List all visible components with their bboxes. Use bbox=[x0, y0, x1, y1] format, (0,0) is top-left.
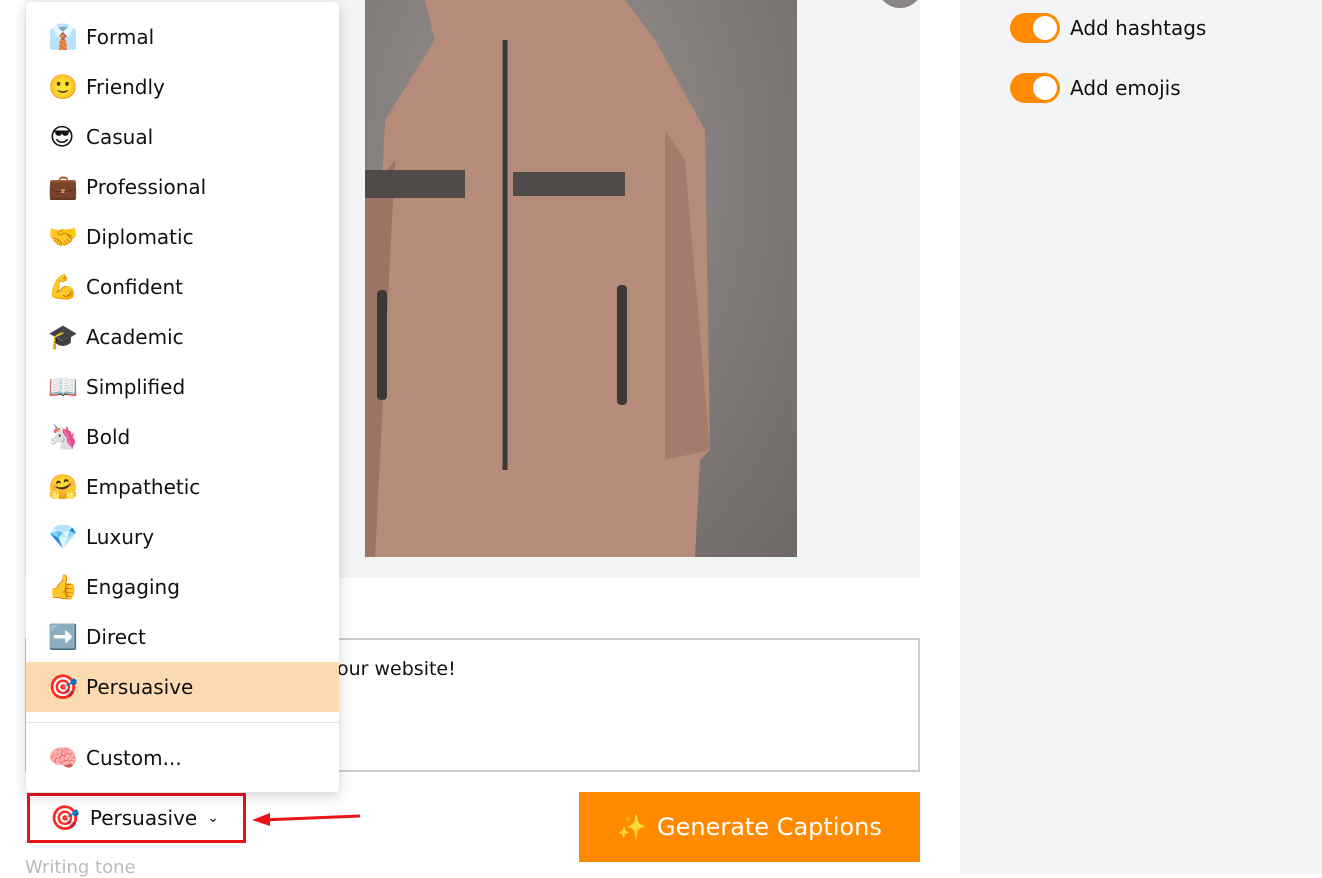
menu-item-label: Direct bbox=[86, 625, 146, 649]
menu-item-simplified[interactable]: 📖 Simplified bbox=[26, 362, 339, 412]
menu-item-label: Confident bbox=[86, 275, 183, 299]
hashtags-label: Add hashtags bbox=[1070, 16, 1207, 40]
emojis-label: Add emojis bbox=[1070, 76, 1181, 100]
tone-emoji-icon: 😎 bbox=[49, 123, 75, 151]
chevron-down-icon: ⌄ bbox=[207, 810, 219, 826]
writing-tone-dropdown[interactable]: 🎯 Persuasive ⌄ bbox=[27, 793, 246, 843]
tone-emoji-icon: 🤝 bbox=[48, 223, 78, 251]
emojis-toggle[interactable] bbox=[1010, 73, 1060, 103]
menu-item-label: Professional bbox=[86, 175, 207, 199]
tone-emoji-icon: 🦄 bbox=[48, 423, 78, 451]
menu-item-confident[interactable]: 💪 Confident bbox=[26, 262, 339, 312]
menu-item-label: Luxury bbox=[86, 525, 155, 549]
menu-item-label: Academic bbox=[86, 325, 184, 349]
menu-item-friendly[interactable]: 🙂 Friendly bbox=[26, 62, 339, 112]
tone-emoji-icon: 🎓 bbox=[48, 323, 78, 351]
tone-emoji-icon: 👔 bbox=[48, 23, 78, 51]
menu-item-academic[interactable]: 🎓 Academic bbox=[26, 312, 339, 362]
menu-item-custom[interactable]: 🧠 Custom... bbox=[26, 733, 339, 783]
selected-tone: Persuasive bbox=[89, 806, 198, 830]
generate-captions-button[interactable]: ✨ Generate Captions bbox=[579, 792, 920, 862]
menu-item-formal[interactable]: 👔 Formal bbox=[26, 12, 339, 62]
annotation-arrow bbox=[252, 813, 361, 826]
menu-item-label: Casual bbox=[86, 125, 154, 149]
menu-item-empathetic[interactable]: 🤗 Empathetic bbox=[26, 462, 339, 512]
brain-icon: 🧠 bbox=[48, 744, 78, 772]
tone-emoji-icon: 💼 bbox=[48, 173, 78, 201]
hashtags-row: Add hashtags bbox=[1010, 13, 1206, 43]
tone-emoji-icon: 🙂 bbox=[48, 73, 78, 101]
tone-emoji-icon: 📖 bbox=[48, 373, 78, 401]
menu-item-label: Empathetic bbox=[86, 475, 201, 499]
menu-item-direct[interactable]: ➡️ Direct bbox=[26, 612, 339, 662]
target-icon: 🎯 bbox=[50, 804, 80, 832]
tone-emoji-icon: 🎯 bbox=[48, 673, 78, 701]
menu-item-luxury[interactable]: 💎 Luxury bbox=[26, 512, 339, 562]
sparkles-icon: ✨ bbox=[617, 813, 647, 841]
menu-item-diplomatic[interactable]: 🤝 Diplomatic bbox=[26, 212, 339, 262]
writing-tone-label: Writing tone bbox=[25, 857, 136, 878]
menu-item-label: Custom... bbox=[86, 746, 182, 770]
menu-item-bold[interactable]: 🦄 Bold bbox=[26, 412, 339, 462]
menu-item-engaging[interactable]: 👍 Engaging bbox=[26, 562, 339, 612]
menu-item-label: Engaging bbox=[86, 575, 180, 599]
tone-menu: 👔 Formal 🙂 Friendly 😎 Casual 💼 Professional 🤝 Dip… bbox=[26, 2, 339, 792]
hashtags-toggle[interactable] bbox=[1010, 13, 1060, 43]
menu-item-label: Persuasive bbox=[86, 675, 194, 699]
tone-emoji-icon: 👍 bbox=[48, 573, 78, 601]
product-image-jacket bbox=[365, 0, 797, 557]
tone-emoji-icon: 💎 bbox=[48, 523, 78, 551]
menu-item-casual[interactable]: 😎 Casual bbox=[26, 112, 339, 162]
menu-item-label: Formal bbox=[86, 25, 155, 49]
menu-item-label: Diplomatic bbox=[86, 225, 194, 249]
caption-text: our website! bbox=[337, 658, 456, 680]
settings-panel: Add hashtags Add emojis bbox=[960, 0, 1322, 874]
menu-item-persuasive[interactable]: 🎯 Persuasive bbox=[26, 662, 339, 712]
image-action-button[interactable] bbox=[877, 0, 923, 8]
menu-divider bbox=[26, 722, 339, 723]
menu-item-label: Simplified bbox=[86, 375, 186, 399]
tone-emoji-icon: ➡️ bbox=[48, 623, 78, 651]
menu-item-professional[interactable]: 💼 Professional bbox=[26, 162, 339, 212]
tone-emoji-icon: 🤗 bbox=[48, 473, 78, 501]
menu-item-label: Bold bbox=[86, 425, 131, 449]
emojis-row: Add emojis bbox=[1010, 73, 1181, 103]
tone-emoji-icon: 💪 bbox=[48, 273, 78, 301]
menu-item-label: Friendly bbox=[86, 75, 165, 99]
generate-label: Generate Captions bbox=[656, 813, 882, 841]
